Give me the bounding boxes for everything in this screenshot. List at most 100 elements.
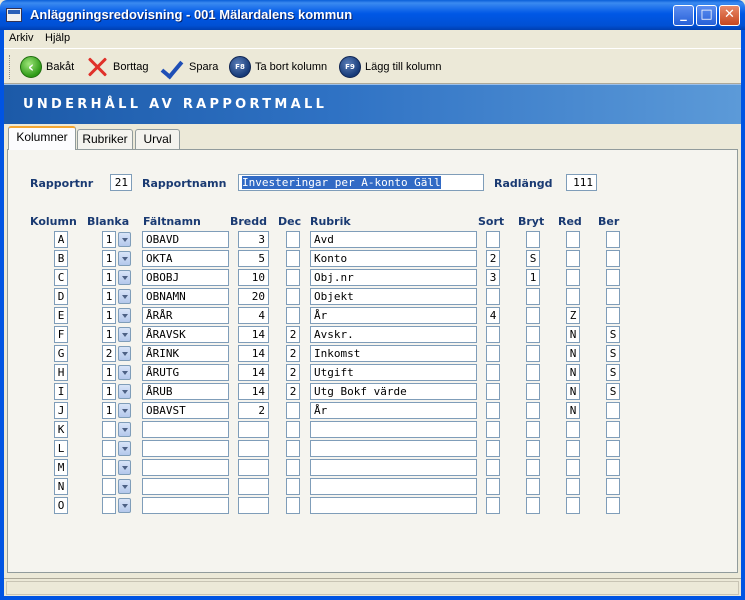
blanka-dropdown-chevron-icon[interactable] <box>118 232 131 247</box>
red-field[interactable] <box>566 478 580 495</box>
bryt-field[interactable] <box>526 421 540 438</box>
blanka-dropdown-chevron-icon[interactable] <box>118 403 131 418</box>
maximize-button[interactable]: □ <box>696 5 717 26</box>
red-field[interactable] <box>566 440 580 457</box>
red-field[interactable] <box>566 231 580 248</box>
bredd-field[interactable]: 10 <box>238 269 269 286</box>
sort-field[interactable] <box>486 383 500 400</box>
faltnamn-field[interactable]: ÅRUB <box>142 383 229 400</box>
dec-field[interactable] <box>286 497 300 514</box>
red-field[interactable] <box>566 459 580 476</box>
dec-field[interactable] <box>286 459 300 476</box>
blanka-dropdown-chevron-icon[interactable] <box>118 308 131 323</box>
rubrik-field[interactable] <box>310 459 477 476</box>
bredd-field[interactable]: 14 <box>238 364 269 381</box>
bryt-field[interactable] <box>526 231 540 248</box>
bredd-field[interactable]: 20 <box>238 288 269 305</box>
blanka-dropdown-chevron-icon[interactable] <box>118 498 131 513</box>
rubrik-field[interactable]: Utg Bokf värde <box>310 383 477 400</box>
ber-field[interactable] <box>606 307 620 324</box>
blanka-dropdown-chevron-icon[interactable] <box>118 365 131 380</box>
bredd-field[interactable]: 14 <box>238 345 269 362</box>
rapportnamn-field[interactable]: Investeringar per A-konto Gäll <box>238 174 484 191</box>
rubrik-field[interactable]: Konto <box>310 250 477 267</box>
ber-field[interactable]: S <box>606 326 620 343</box>
ber-field[interactable] <box>606 269 620 286</box>
sort-field[interactable] <box>486 459 500 476</box>
bryt-field[interactable] <box>526 497 540 514</box>
blanka-cell[interactable]: 1 <box>102 402 116 419</box>
rubrik-field[interactable]: Avd <box>310 231 477 248</box>
blanka-cell[interactable]: 1 <box>102 231 116 248</box>
faltnamn-field[interactable]: OBNAMN <box>142 288 229 305</box>
rubrik-field[interactable]: Objekt <box>310 288 477 305</box>
sort-field[interactable] <box>486 364 500 381</box>
dec-field[interactable] <box>286 440 300 457</box>
red-field[interactable] <box>566 288 580 305</box>
bredd-field[interactable] <box>238 459 269 476</box>
red-field[interactable]: N <box>566 364 580 381</box>
ber-field[interactable] <box>606 459 620 476</box>
sort-field[interactable] <box>486 231 500 248</box>
dec-field[interactable] <box>286 269 300 286</box>
blanka-dropdown-chevron-icon[interactable] <box>118 346 131 361</box>
rubrik-field[interactable]: Inkomst <box>310 345 477 362</box>
bredd-field[interactable]: 2 <box>238 402 269 419</box>
faltnamn-field[interactable] <box>142 478 229 495</box>
tab-urval[interactable]: Urval <box>135 129 180 151</box>
faltnamn-field[interactable]: ÅRUTG <box>142 364 229 381</box>
bryt-field[interactable]: S <box>526 250 540 267</box>
dec-field[interactable]: 2 <box>286 383 300 400</box>
rubrik-field[interactable] <box>310 497 477 514</box>
ber-field[interactable] <box>606 497 620 514</box>
red-field[interactable] <box>566 497 580 514</box>
sort-field[interactable] <box>486 288 500 305</box>
bredd-field[interactable]: 4 <box>238 307 269 324</box>
sort-field[interactable] <box>486 326 500 343</box>
bredd-field[interactable] <box>238 497 269 514</box>
sort-field[interactable] <box>486 345 500 362</box>
ber-field[interactable] <box>606 402 620 419</box>
faltnamn-field[interactable]: OKTA <box>142 250 229 267</box>
dec-field[interactable] <box>286 421 300 438</box>
blanka-cell[interactable] <box>102 497 116 514</box>
blanka-dropdown-chevron-icon[interactable] <box>118 289 131 304</box>
tab-rubriker[interactable]: Rubriker <box>77 129 133 151</box>
faltnamn-field[interactable] <box>142 421 229 438</box>
bryt-field[interactable] <box>526 307 540 324</box>
sort-field[interactable] <box>486 497 500 514</box>
bryt-field[interactable] <box>526 440 540 457</box>
ber-field[interactable] <box>606 478 620 495</box>
dec-field[interactable] <box>286 402 300 419</box>
bredd-field[interactable] <box>238 421 269 438</box>
red-field[interactable] <box>566 269 580 286</box>
bredd-field[interactable] <box>238 440 269 457</box>
blanka-cell[interactable]: 1 <box>102 269 116 286</box>
blanka-dropdown-chevron-icon[interactable] <box>118 327 131 342</box>
dec-field[interactable]: 2 <box>286 364 300 381</box>
blanka-dropdown-chevron-icon[interactable] <box>118 460 131 475</box>
rubrik-field[interactable]: Utgift <box>310 364 477 381</box>
ber-field[interactable]: S <box>606 345 620 362</box>
faltnamn-field[interactable]: OBAVD <box>142 231 229 248</box>
red-field[interactable] <box>566 421 580 438</box>
add-column-button[interactable]: F9 Lägg till kolumn <box>339 53 441 81</box>
bryt-field[interactable] <box>526 459 540 476</box>
dec-field[interactable] <box>286 307 300 324</box>
blanka-cell[interactable]: 2 <box>102 345 116 362</box>
rubrik-field[interactable] <box>310 440 477 457</box>
blanka-cell[interactable]: 1 <box>102 383 116 400</box>
bryt-field[interactable]: 1 <box>526 269 540 286</box>
dec-field[interactable] <box>286 231 300 248</box>
blanka-dropdown-chevron-icon[interactable] <box>118 251 131 266</box>
delete-button[interactable]: Borttag <box>85 53 148 81</box>
sort-field[interactable]: 3 <box>486 269 500 286</box>
rubrik-field[interactable]: År <box>310 402 477 419</box>
bryt-field[interactable] <box>526 288 540 305</box>
save-button[interactable]: Spara <box>161 53 218 81</box>
tab-kolumner[interactable]: Kolumner <box>8 126 76 150</box>
ber-field[interactable] <box>606 440 620 457</box>
dec-field[interactable]: 2 <box>286 326 300 343</box>
menu-arkiv[interactable]: Arkiv <box>9 32 33 44</box>
ber-field[interactable] <box>606 288 620 305</box>
